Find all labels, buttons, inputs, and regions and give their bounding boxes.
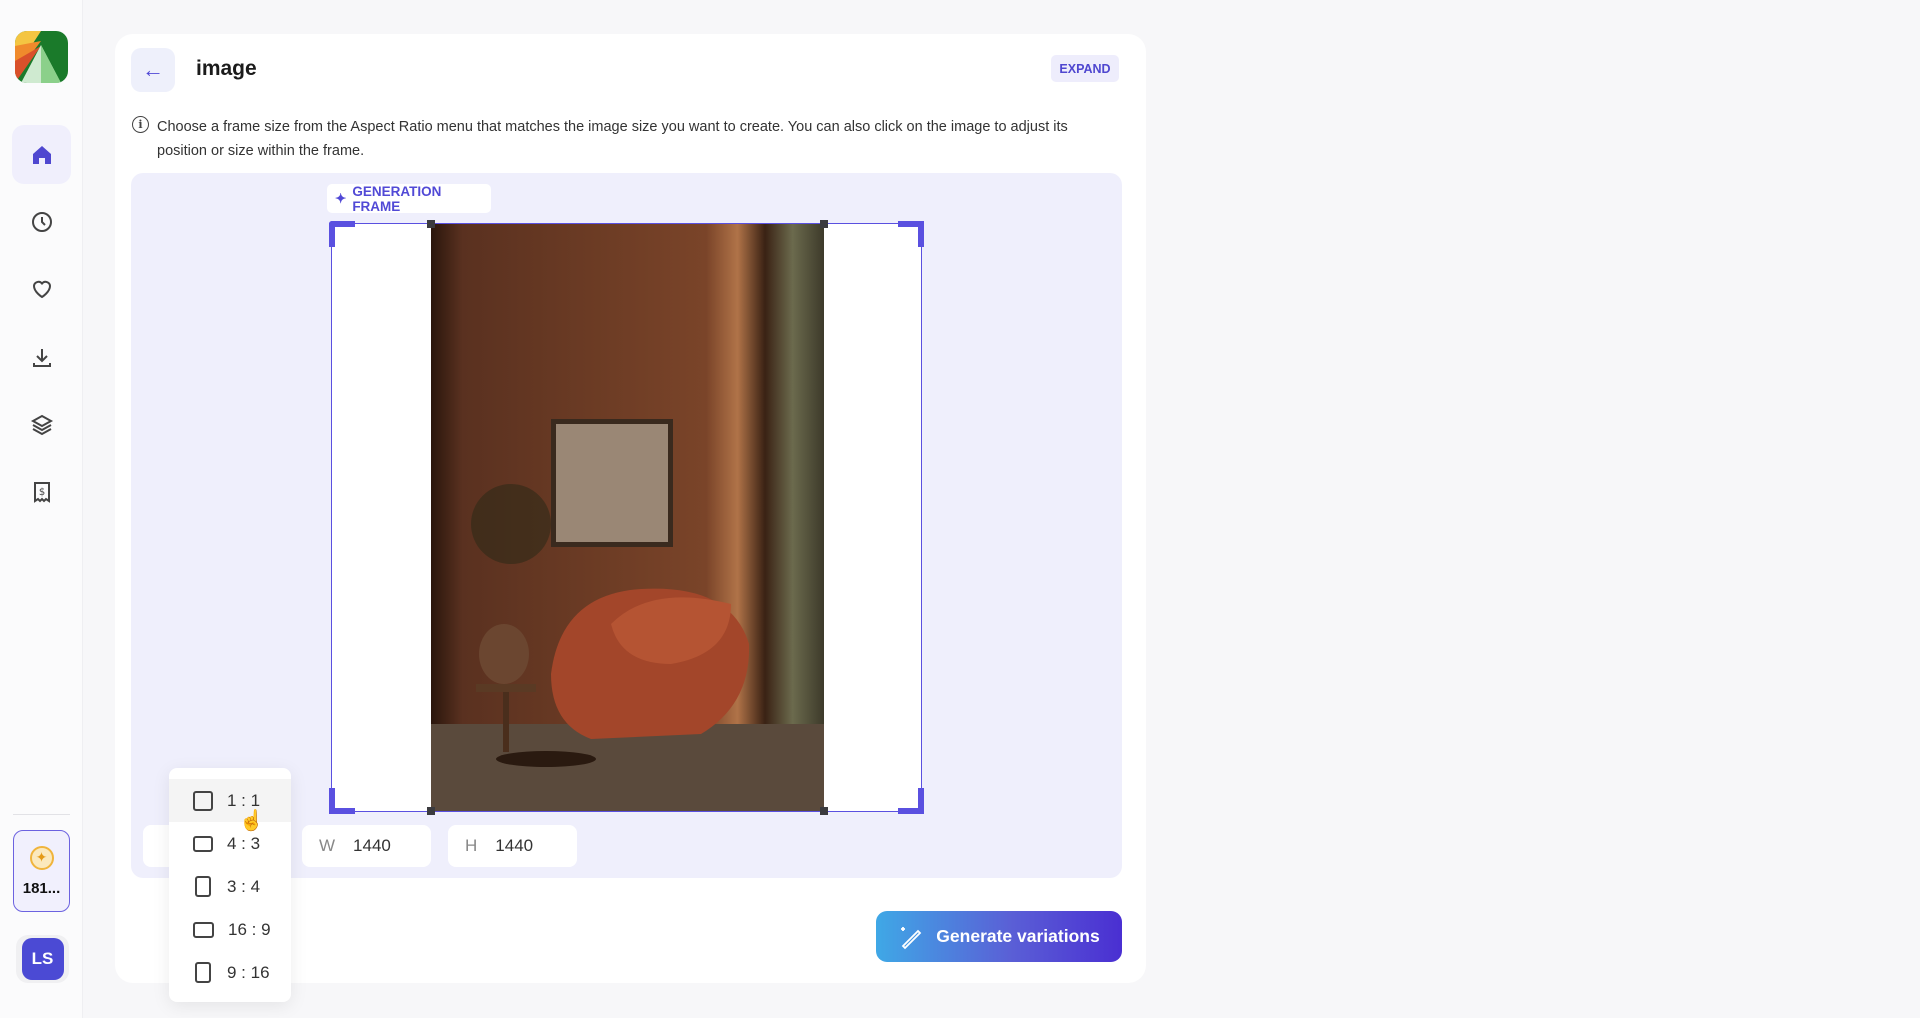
layers-icon: [30, 414, 53, 435]
landscape-icon: [193, 835, 213, 852]
sidebar-item-layers[interactable]: [12, 395, 71, 454]
magic-wand-icon: [901, 926, 922, 949]
info-icon: i: [132, 116, 149, 133]
svg-text:$: $: [38, 487, 44, 498]
user-menu[interactable]: LS: [16, 935, 69, 983]
option-label: 4 : 3: [227, 833, 261, 853]
frame-label-text: GENERATION FRAME: [352, 183, 442, 214]
hand-cursor-icon: ☝: [239, 810, 264, 832]
aspect-option-16-9[interactable]: 16 : 9: [169, 908, 291, 951]
info-text: Choose a frame size from the Aspect Rati…: [157, 119, 1068, 159]
width-field[interactable]: W 1440: [302, 825, 431, 867]
arrow-left-icon: ←: [142, 57, 164, 82]
clock-icon: [31, 211, 52, 232]
download-icon: [32, 348, 51, 367]
credits-count: 181...: [22, 879, 61, 897]
aspect-option-3-4[interactable]: 3 : 4: [169, 865, 291, 908]
resize-handle[interactable]: [820, 807, 828, 815]
option-label: 16 : 9: [228, 919, 271, 939]
option-label: 9 : 16: [227, 962, 270, 982]
frame-corner[interactable]: [329, 221, 355, 247]
sidebar-divider: [13, 814, 70, 815]
sidebar-item-favorites[interactable]: [12, 259, 71, 318]
frame-corner[interactable]: [329, 788, 355, 814]
sidebar-item-home[interactable]: [12, 125, 71, 184]
aspect-ratio-menu: 1 : 1 4 : 3 3 : 4 16 : 9 9 : 16: [169, 768, 291, 1002]
width-value[interactable]: 1440: [353, 836, 391, 856]
sidebar-item-downloads[interactable]: [12, 328, 71, 387]
aspect-option-1-1[interactable]: 1 : 1: [169, 779, 291, 822]
app-logo[interactable]: [15, 31, 68, 83]
sparkle-icon: ✦: [335, 190, 347, 206]
generation-frame[interactable]: [329, 220, 924, 815]
sidebar-item-billing[interactable]: $: [12, 462, 71, 521]
width-label: W: [319, 836, 336, 855]
generation-frame-label: ✦ GENERATION FRAME: [327, 183, 491, 214]
receipt-icon: $: [33, 481, 50, 503]
heart-icon: [32, 280, 51, 298]
sidebar-item-history[interactable]: [12, 192, 71, 251]
resize-handle[interactable]: [820, 220, 828, 228]
aspect-option-9-16[interactable]: 9 : 16: [169, 951, 291, 994]
avatar[interactable]: LS: [21, 938, 64, 980]
height-label: H: [465, 836, 478, 855]
landscape-wide-icon: [193, 921, 214, 938]
square-icon: [193, 790, 213, 811]
sidebar: $ ✦ 181... LS: [0, 0, 83, 1018]
aspect-option-4-3[interactable]: 4 : 3: [169, 822, 291, 865]
option-label: 3 : 4: [227, 876, 261, 896]
page-title: image: [196, 57, 257, 80]
home-icon: [32, 145, 51, 164]
resize-handle[interactable]: [427, 220, 435, 228]
height-value[interactable]: 1440: [495, 836, 533, 856]
source-image[interactable]: [431, 224, 824, 811]
resize-handle[interactable]: [427, 807, 435, 815]
expand-button[interactable]: EXPAND: [1051, 55, 1119, 82]
generate-variations-button[interactable]: Generate variations: [876, 911, 1122, 962]
height-field[interactable]: H 1440: [448, 825, 577, 867]
frame-corner[interactable]: [898, 221, 924, 247]
sparkle-coin-icon: ✦: [29, 845, 54, 870]
portrait-tall-icon: [195, 962, 211, 983]
credits-button[interactable]: ✦ 181...: [13, 830, 70, 912]
back-button[interactable]: ←: [131, 48, 175, 92]
frame-corner[interactable]: [898, 788, 924, 814]
generate-label: Generate variations: [936, 926, 1100, 946]
portrait-icon: [195, 876, 211, 897]
